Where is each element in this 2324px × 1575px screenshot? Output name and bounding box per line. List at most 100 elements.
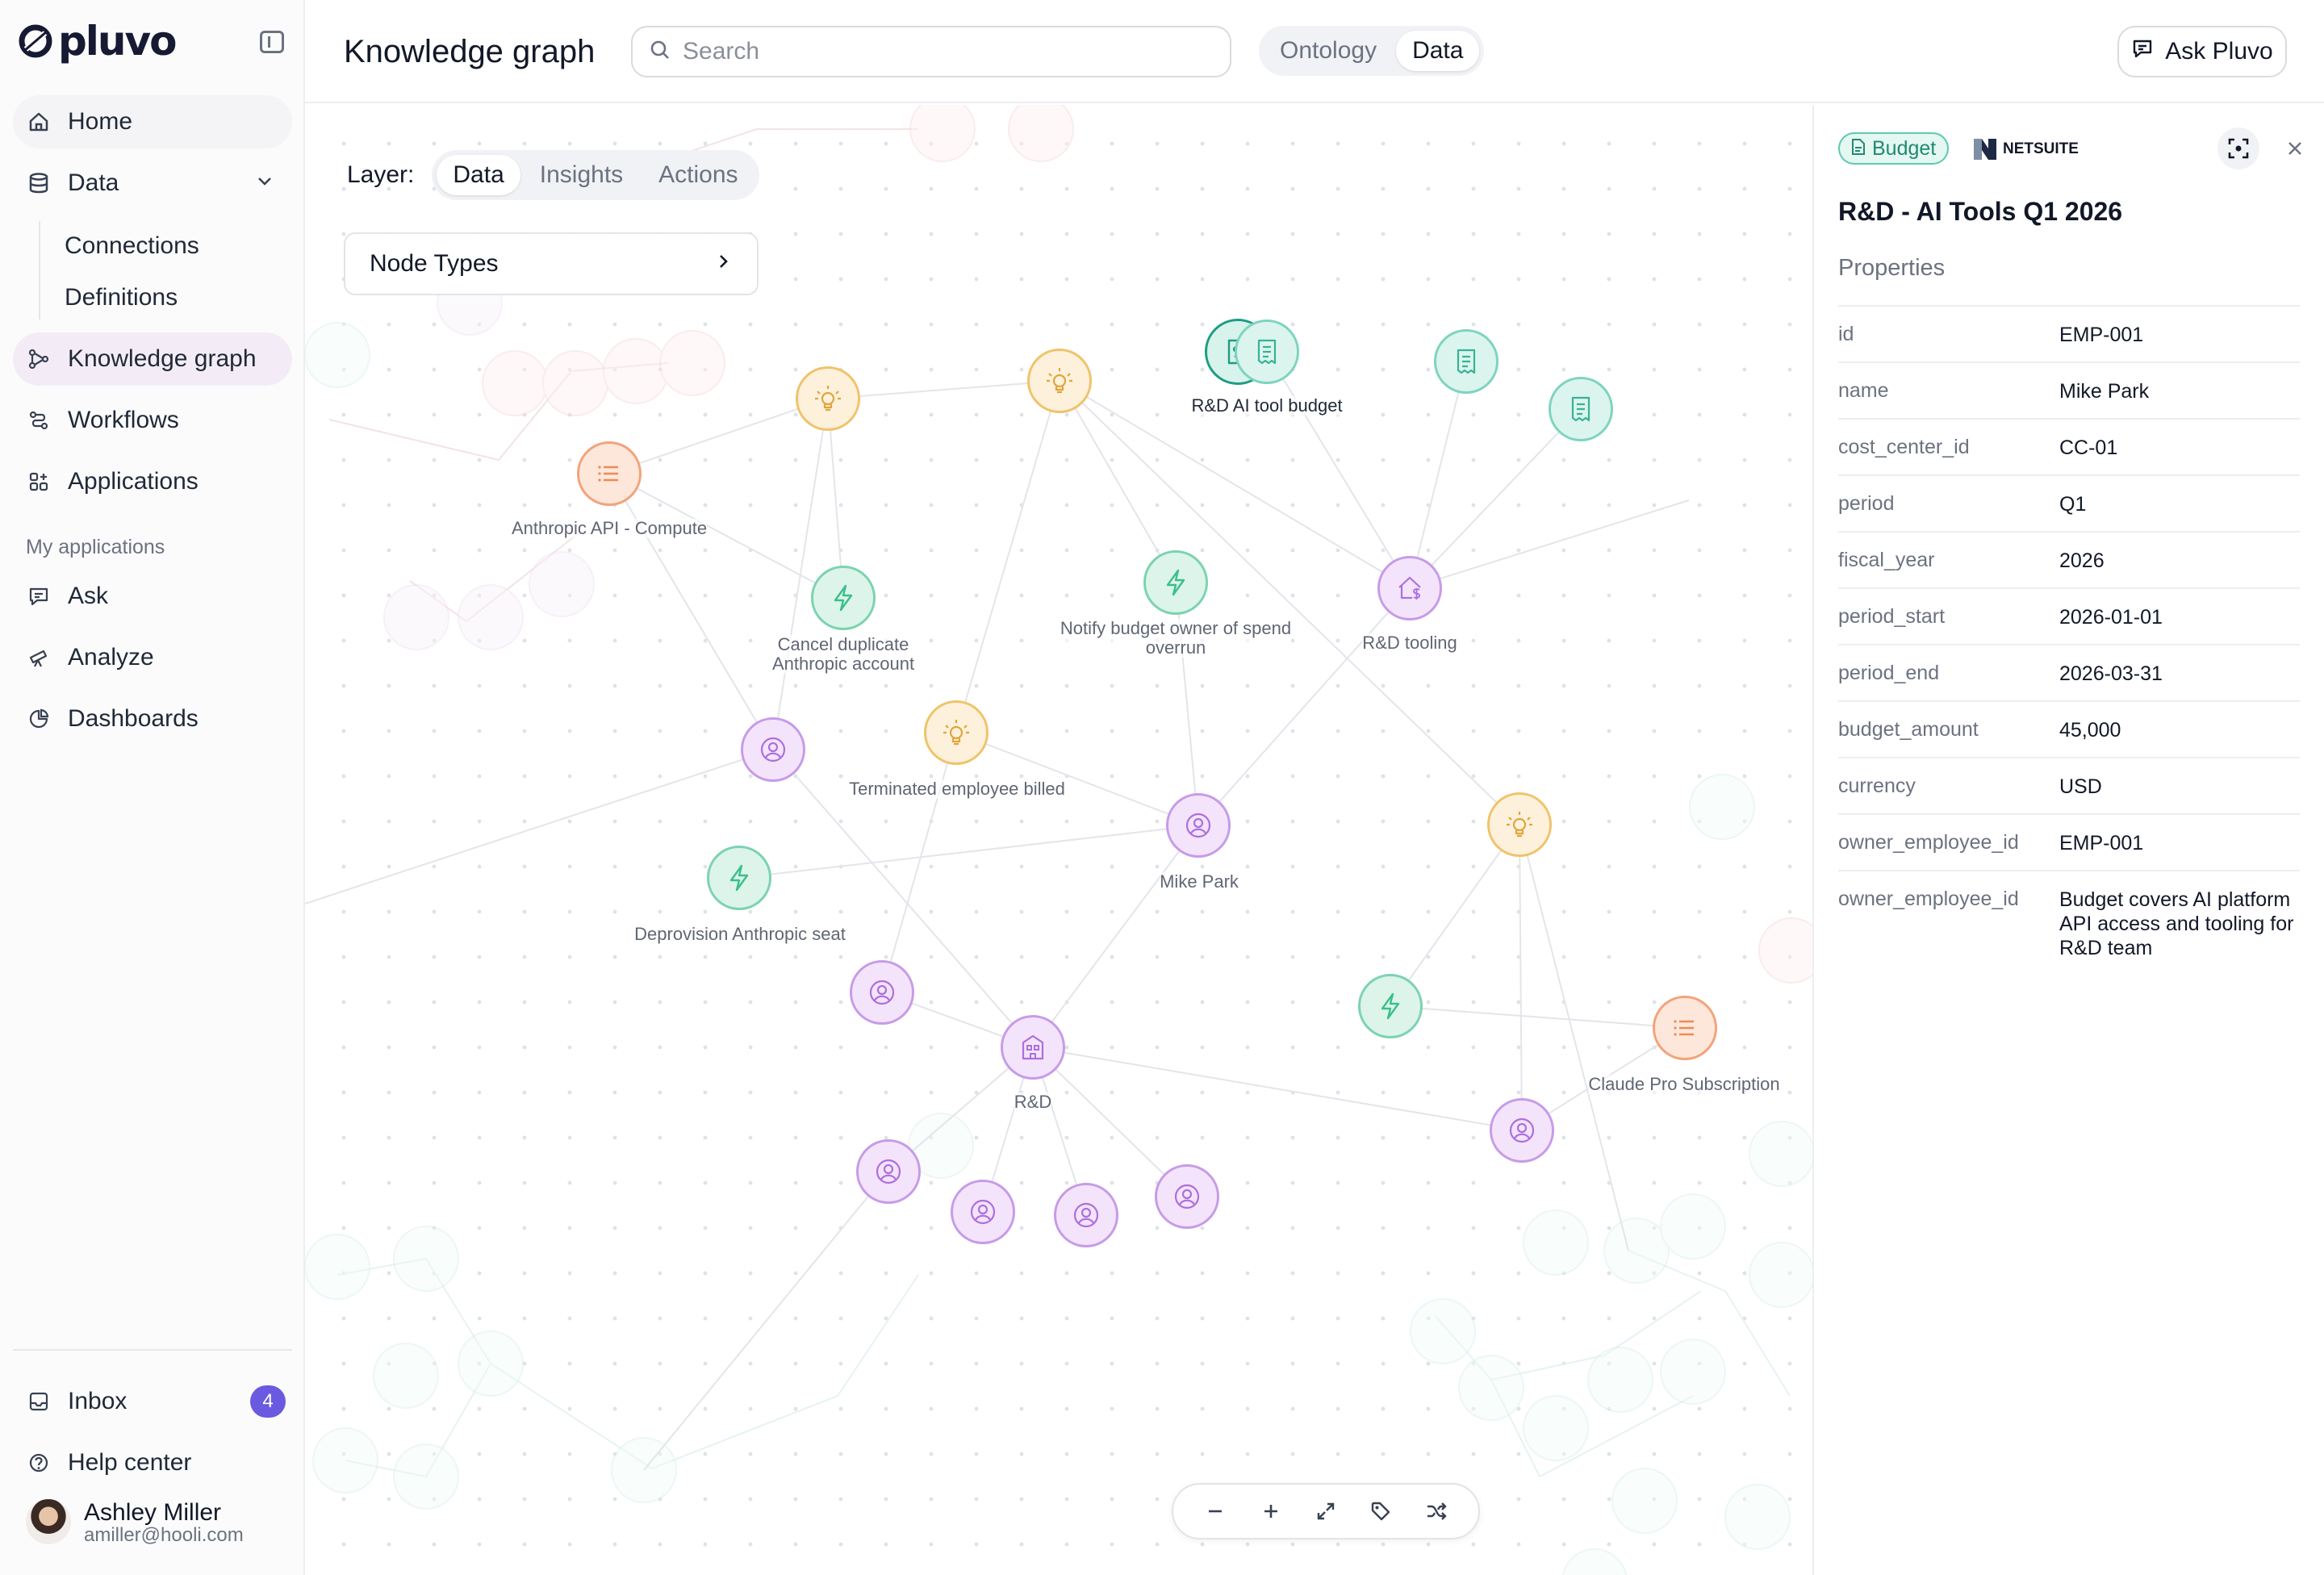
person-icon: [1073, 1202, 1099, 1228]
graph-canvas[interactable]: R&D AI tool budget Anthropic API - Compu…: [305, 105, 1812, 1575]
nav-workflows[interactable]: Workflows: [13, 394, 292, 447]
receipt-icon: [1571, 396, 1590, 422]
expand-icon[interactable]: [1308, 1494, 1344, 1529]
person-icon: [760, 737, 786, 762]
nav-data-label: Data: [68, 169, 119, 196]
property-value: Q1: [2059, 493, 2087, 516]
close-panel-button[interactable]: [2280, 134, 2309, 163]
insight-node[interactable]: [796, 366, 860, 431]
zoom-out-icon[interactable]: [1198, 1494, 1233, 1529]
person-node-mike-park[interactable]: [1166, 793, 1231, 858]
tree-line: [39, 221, 40, 320]
lightning-icon: [729, 864, 749, 892]
nav-ask[interactable]: Ask: [13, 570, 292, 623]
view-data[interactable]: Data: [1396, 31, 1480, 71]
property-row: currency USD: [1838, 757, 2300, 813]
receipt-node[interactable]: [1235, 320, 1299, 384]
nav-data[interactable]: Data: [13, 157, 292, 210]
graph-icon: [26, 346, 52, 372]
help-icon: [26, 1450, 52, 1476]
chevron-down-icon[interactable]: [255, 169, 274, 197]
nav-applications[interactable]: Applications: [13, 455, 292, 508]
nav-definitions[interactable]: Definitions: [65, 284, 178, 311]
layer-actions[interactable]: Actions: [642, 155, 754, 195]
search-input[interactable]: [683, 38, 1183, 65]
nav-help-center[interactable]: Help center: [13, 1436, 292, 1489]
user-avatar[interactable]: [26, 1499, 71, 1544]
sidebar: pluvo Home Data Connections Definitions …: [0, 0, 305, 1575]
pluvo-logo-icon: [19, 24, 52, 58]
action-node-deprovision[interactable]: [707, 846, 771, 910]
focus-node-button[interactable]: [2217, 127, 2259, 169]
property-key: owner_employee_id: [1838, 888, 2019, 910]
person-icon: [1185, 813, 1211, 838]
receipt-node[interactable]: [1549, 377, 1613, 441]
property-key: fiscal_year: [1838, 549, 1935, 571]
list-node-anthropic-api[interactable]: [577, 441, 642, 506]
ask-pluvo-button[interactable]: Ask Pluvo: [2117, 26, 2287, 77]
chevron-right-icon: [713, 250, 733, 278]
layer-toggle: Data Insights Actions: [432, 150, 759, 200]
list-icon: [597, 465, 620, 483]
nav-home[interactable]: Home: [13, 95, 292, 148]
property-value: 2026-03-31: [2059, 662, 2163, 685]
property-value: 2026: [2059, 549, 2105, 572]
user-email: amiller@hooli.com: [84, 1524, 244, 1546]
person-node[interactable]: [1490, 1098, 1554, 1163]
nav-dashboards[interactable]: Dashboards: [13, 692, 292, 746]
graph-toolbar: [1172, 1483, 1480, 1539]
person-node[interactable]: [1054, 1183, 1118, 1247]
insight-node-terminated-employee[interactable]: [924, 700, 989, 765]
lightbulb-icon: [1505, 810, 1534, 838]
node-types-dropdown[interactable]: Node Types: [344, 232, 759, 295]
lightning-icon: [1381, 992, 1400, 1020]
home-icon: [26, 109, 52, 135]
node-rd-tooling[interactable]: [1377, 556, 1442, 620]
inbox-icon: [26, 1389, 52, 1414]
department-node-rd[interactable]: [1001, 1015, 1065, 1080]
person-node[interactable]: [850, 960, 914, 1025]
property-key: owner_employee_id: [1838, 831, 2019, 854]
action-node-cancel-duplicate[interactable]: [811, 566, 876, 630]
property-value: Budget covers AI platform API access and…: [2059, 888, 2294, 959]
insight-node[interactable]: [1487, 792, 1552, 857]
receipt-node[interactable]: [1434, 329, 1498, 394]
document-icon: [1851, 137, 1866, 161]
tag-icon[interactable]: [1363, 1494, 1398, 1529]
collapse-sidebar-icon[interactable]: [260, 31, 284, 53]
pluvo-logo[interactable]: pluvo: [18, 18, 177, 65]
property-key: name: [1838, 379, 1889, 402]
nav-connections[interactable]: Connections: [65, 232, 199, 260]
search-box[interactable]: [631, 26, 1231, 77]
property-key: period: [1838, 492, 1895, 515]
nav-analyze[interactable]: Analyze: [13, 631, 292, 684]
nav-workflows-label: Workflows: [68, 407, 179, 433]
zoom-in-icon[interactable]: [1253, 1494, 1289, 1529]
shuffle-icon[interactable]: [1419, 1494, 1454, 1529]
person-node[interactable]: [741, 717, 805, 782]
action-node-notify-budget-owner[interactable]: [1143, 550, 1208, 615]
person-node[interactable]: [856, 1139, 921, 1204]
property-key: currency: [1838, 775, 1916, 797]
property-row: fiscal_year 2026: [1838, 531, 2300, 587]
view-ontology[interactable]: Ontology: [1264, 31, 1393, 71]
panel-title: R&D - AI Tools Q1 2026: [1838, 197, 2123, 226]
layer-label: Layer:: [347, 161, 415, 188]
lightning-icon: [1166, 569, 1185, 596]
layer-insights[interactable]: Insights: [524, 155, 639, 195]
action-node[interactable]: [1358, 974, 1423, 1038]
sidebar-divider: [13, 1349, 292, 1351]
person-node[interactable]: [951, 1180, 1015, 1244]
inbox-count-badge: 4: [250, 1385, 286, 1418]
property-key: cost_center_id: [1838, 436, 1970, 458]
node-label: Deprovision Anthropic seat: [634, 924, 846, 944]
user-name: Ashley Miller: [84, 1499, 222, 1526]
workflow-icon: [26, 407, 52, 433]
person-node[interactable]: [1155, 1164, 1219, 1229]
property-key: budget_amount: [1838, 718, 1979, 741]
insight-node[interactable]: [1027, 349, 1092, 413]
lightbulb-icon: [813, 384, 842, 412]
layer-data[interactable]: Data: [437, 155, 520, 195]
list-node-claude-pro[interactable]: [1653, 996, 1717, 1060]
nav-knowledge-graph[interactable]: Knowledge graph: [13, 332, 292, 386]
